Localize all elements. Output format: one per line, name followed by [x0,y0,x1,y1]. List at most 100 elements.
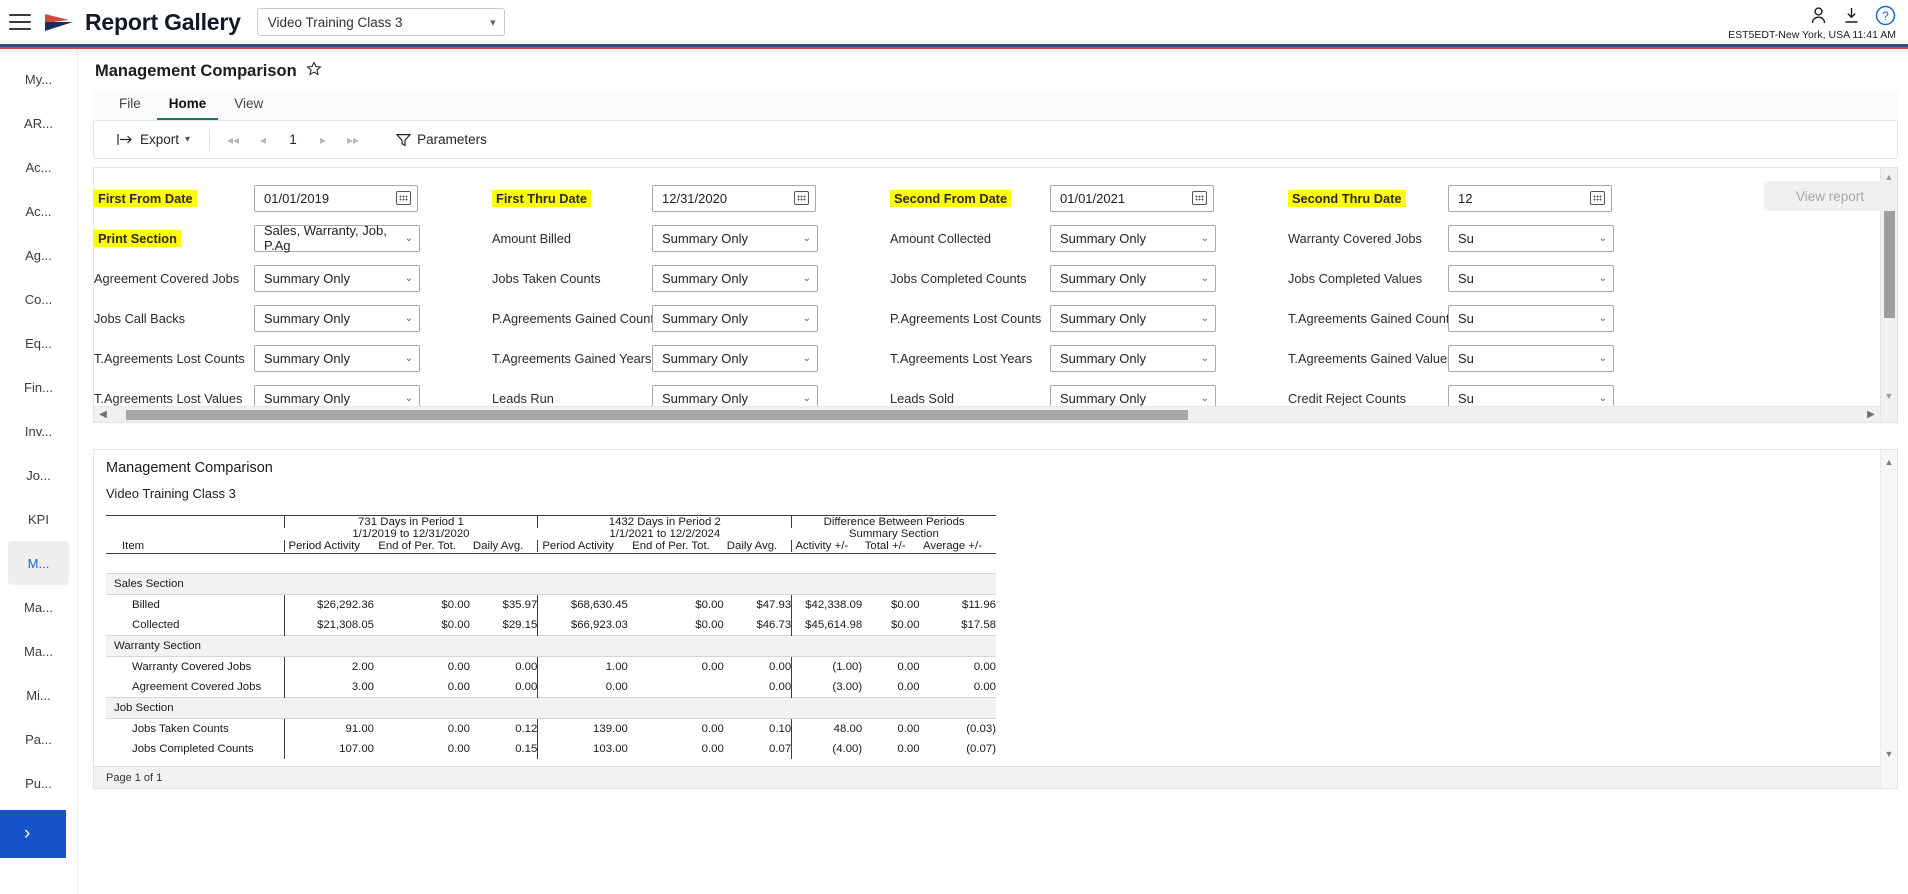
chevron-down-icon[interactable]: ⌄ [405,233,413,244]
chevron-down-icon[interactable]: ⌄ [1201,233,1209,244]
hscroll-thumb[interactable] [126,409,1188,420]
parameter-value: Summary Only [264,350,350,366]
parameter-select[interactable]: Summary Only ⌄ [254,264,420,292]
previous-page-button[interactable]: ◂ [250,128,276,152]
parameters-horizontal-scrollbar[interactable]: ◀ ▶ [94,406,1880,422]
sidebar-item-9[interactable]: Jo... [8,453,69,497]
parameter-select[interactable]: Summary Only ⌄ [652,224,818,252]
parameter-select[interactable]: Summary Only ⌄ [1050,264,1216,292]
sidebar-item-6[interactable]: Eq... [8,321,69,365]
sidebar-item-10[interactable]: KPI [8,497,69,541]
sidebar-item-1[interactable]: AR... [8,101,69,145]
report-scroll-up-icon[interactable]: ▲ [1885,453,1894,470]
user-icon[interactable] [1809,6,1828,25]
chevron-down-icon[interactable]: ⌄ [1201,393,1209,404]
scroll-right-arrow-icon[interactable]: ▶ [1862,409,1880,420]
chevron-down-icon[interactable]: ⌄ [1599,393,1607,404]
parameter-date-input[interactable]: 01/01/2021 [1050,184,1214,212]
data-cell: 0.00 [897,742,920,755]
data-cell: 0.00 [701,660,724,673]
group-header: Difference Between Periods [791,515,996,528]
parameter-date-input[interactable]: 12/31/2020 [652,184,816,212]
chevron-down-icon[interactable]: ⌄ [1201,313,1209,324]
chevron-down-icon[interactable]: ⌄ [1201,353,1209,364]
sidebar-item-13[interactable]: Ma... [8,629,69,673]
parameter-select[interactable]: Summary Only ⌄ [652,344,818,372]
parameter-select[interactable]: Summary Only ⌄ [652,264,818,292]
chevron-down-icon[interactable]: ⌄ [1201,273,1209,284]
ribbon-tab-home[interactable]: Home [156,90,219,120]
sidebar-item-label: Pu... [25,775,52,791]
ribbon-tab-file[interactable]: File [107,90,153,120]
parameter-value: Summary Only [1060,350,1146,366]
parameter-field: First From Date 01/01/2019 [94,184,492,212]
sidebar-item-15[interactable]: Pa... [8,717,69,761]
sidebar-item-8[interactable]: Inv... [8,409,69,453]
sidebar-item-3[interactable]: Ac... [8,189,69,233]
parameter-date-input[interactable]: 01/01/2019 [254,184,418,212]
parameter-select[interactable]: Su ⌄ [1448,344,1614,372]
chevron-down-icon[interactable]: ⌄ [1599,353,1607,364]
parameter-select[interactable]: Sales, Warranty, Job, P.Ag ⌄ [254,223,420,253]
chevron-down-icon[interactable]: ⌄ [803,233,811,244]
parameter-select[interactable]: Su ⌄ [1448,304,1614,332]
sidebar-item-0[interactable]: My... [8,57,69,101]
sidebar-item-11[interactable]: M... [8,541,69,585]
sidebar-item-16[interactable]: Pu... [8,761,69,805]
chevron-down-icon[interactable]: ⌄ [803,393,811,404]
sidebar-item-12[interactable]: Ma... [8,585,69,629]
chevron-down-icon[interactable]: ⌄ [803,353,811,364]
export-button[interactable]: Export ▾ [108,128,199,151]
last-page-button[interactable]: ▸▸ [340,128,366,152]
parameter-select[interactable]: Summary Only ⌄ [1050,304,1216,332]
ribbon-tab-view[interactable]: View [222,90,275,120]
sidebar-item-2[interactable]: Ac... [8,145,69,189]
calendar-icon[interactable] [396,191,411,205]
first-page-button[interactable]: ◂◂ [220,128,246,152]
scroll-left-arrow-icon[interactable]: ◀ [94,409,112,420]
group-subheader: 1/1/2021 to 12/2/2024 [609,528,721,540]
sidebar-item-4[interactable]: Ag... [8,233,69,277]
chevron-down-icon[interactable]: ⌄ [405,393,413,404]
star-outline-icon[interactable] [306,61,322,82]
hamburger-icon[interactable] [9,14,31,30]
calendar-icon[interactable] [1590,191,1605,205]
help-icon[interactable]: ? [1875,5,1896,26]
parameter-select[interactable]: Su ⌄ [1448,224,1614,252]
parameter-value: Summary Only [662,310,748,326]
download-icon[interactable] [1842,6,1861,25]
chevron-down-icon[interactable]: ⌄ [803,313,811,324]
calendar-icon[interactable] [794,191,809,205]
calendar-icon[interactable] [1192,191,1207,205]
parameter-select[interactable]: Summary Only ⌄ [254,304,420,332]
chevron-down-icon[interactable]: ⌄ [405,353,413,364]
sidebar-expand-button[interactable]: › [0,810,66,858]
chevron-down-icon[interactable]: ⌄ [1599,233,1607,244]
chevron-down-icon[interactable]: ⌄ [803,273,811,284]
parameter-select[interactable]: Summary Only ⌄ [1050,344,1216,372]
parameter-select[interactable]: Su ⌄ [1448,264,1614,292]
chevron-down-icon[interactable]: ⌄ [405,273,413,284]
sidebar-item-7[interactable]: Fin... [8,365,69,409]
parameter-select[interactable]: Summary Only ⌄ [254,344,420,372]
data-cell: 0.00 [973,660,996,673]
next-page-button[interactable]: ▸ [310,128,336,152]
sidebar-item-5[interactable]: Co... [8,277,69,321]
parameter-select[interactable]: Summary Only ⌄ [1050,224,1216,252]
chevron-down-icon[interactable]: ⌄ [1599,273,1607,284]
view-report-button[interactable]: View report [1764,181,1896,211]
table-row [106,553,996,573]
parameter-select[interactable]: Summary Only ⌄ [652,304,818,332]
page-number-input[interactable]: 1 [280,132,306,147]
app-selector[interactable]: Video Training Class 3 ▾ [256,8,505,36]
sidebar-item-14[interactable]: Mi... [8,673,69,717]
scroll-down-arrow-icon[interactable]: ▼ [1885,387,1894,404]
chevron-down-icon[interactable]: ⌄ [1599,313,1607,324]
report-vertical-scrollbar[interactable]: ▲ ▼ [1880,450,1897,788]
parameters-button[interactable]: Parameters [387,128,496,151]
chevron-down-icon[interactable]: ⌄ [405,313,413,324]
hscroll-track[interactable] [112,407,1862,423]
report-scroll-down-icon[interactable]: ▼ [1885,745,1894,762]
parameter-date-input[interactable]: 12 [1448,184,1612,212]
data-cell: 2.00 [283,656,375,677]
